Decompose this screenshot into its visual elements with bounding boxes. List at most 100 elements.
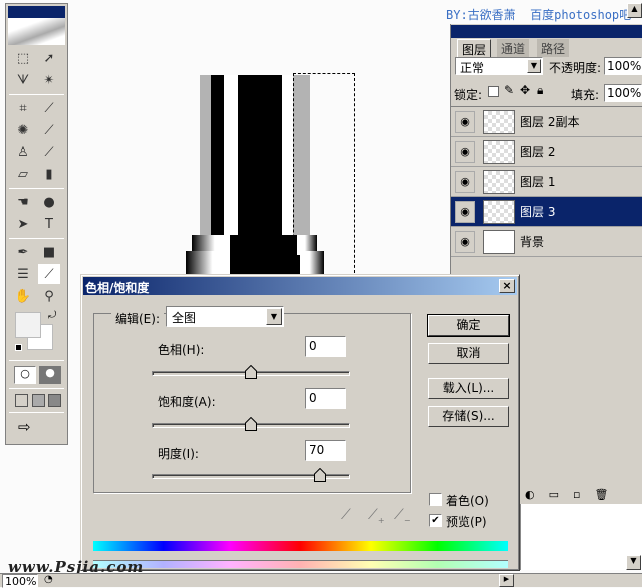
lightness-slider-thumb[interactable] xyxy=(313,468,326,482)
layer-row[interactable]: ◉ 背景 xyxy=(451,227,642,257)
standard-mode-button[interactable]: ○ xyxy=(14,366,36,384)
saturation-input[interactable]: 0 xyxy=(305,388,346,409)
layer-row[interactable]: ◉ 图层 1 xyxy=(451,167,642,197)
path-select-icon[interactable]: ➤ xyxy=(12,214,34,234)
layer-name: 图层 3 xyxy=(520,205,556,219)
opacity-label: 不透明度: xyxy=(549,61,602,75)
layers-panel-footer: ◐ ▭ ▫ 🗑︎ xyxy=(521,488,642,504)
layer-thumbnail xyxy=(483,199,515,224)
ok-button[interactable]: 确定 xyxy=(427,314,510,337)
eyedropper-minus-icon[interactable]: ⟋− xyxy=(394,507,411,525)
lightness-label: 明度(I): xyxy=(158,447,199,461)
hue-slider[interactable] xyxy=(152,365,350,379)
eraser-icon[interactable]: ▱ xyxy=(12,164,34,184)
eyedropper-icon[interactable]: ⟋ xyxy=(38,264,60,284)
delete-layer-icon[interactable]: 🗑︎ xyxy=(594,488,608,504)
chevron-down-icon: ▼ xyxy=(527,59,541,73)
saturation-label: 饱和度(A): xyxy=(158,395,216,409)
screen-mode-full-button[interactable] xyxy=(48,394,61,407)
dialog-title[interactable]: 色相/饱和度 xyxy=(83,277,517,295)
close-icon[interactable]: × xyxy=(499,279,515,293)
toolbox-titlebar[interactable] xyxy=(8,6,65,18)
load-button[interactable]: 载入(L)... xyxy=(428,378,509,399)
layer-row[interactable]: ◉ 图层 3 xyxy=(451,197,642,227)
history-brush-icon[interactable]: ⟋ xyxy=(38,142,60,162)
layer-thumbnail xyxy=(483,139,515,164)
lightness-input[interactable]: 70 xyxy=(305,440,346,461)
lock-image-icon[interactable]: ✎ xyxy=(504,83,514,97)
marquee-icon[interactable]: ⬚ xyxy=(12,48,34,68)
visibility-eye-icon[interactable]: ◉ xyxy=(455,200,475,223)
hand-icon[interactable]: ✋ xyxy=(12,286,34,306)
edit-select[interactable]: 全图 ▼ xyxy=(166,306,284,327)
colorize-checkbox[interactable] xyxy=(429,493,442,506)
blend-mode-select[interactable]: 正常 ▼ xyxy=(455,57,543,75)
jump-to-imageready-icon[interactable]: ⇨ xyxy=(18,418,31,436)
layer-row[interactable]: ◉ 图层 2 xyxy=(451,137,642,167)
clone-stamp-icon[interactable]: ♙ xyxy=(12,142,34,162)
document-window-area xyxy=(520,504,642,570)
new-group-icon[interactable]: ▭ xyxy=(549,488,559,504)
feather-logo xyxy=(8,18,65,45)
notes-icon[interactable]: ☰ xyxy=(12,264,34,284)
edit-select-value: 全图 xyxy=(172,311,197,325)
lock-transparency-icon[interactable] xyxy=(488,86,499,97)
slice-icon[interactable]: ⟋ xyxy=(38,98,60,118)
quickmask-mode-button[interactable]: ● xyxy=(39,366,61,384)
layer-list: ◉ 图层 2副本 ◉ 图层 2 ◉ 图层 1 ◉ 图层 3 ◉ 背景 xyxy=(451,106,642,257)
eyedropper-icon[interactable]: ⟋ xyxy=(341,507,351,523)
layer-thumbnail xyxy=(483,169,515,194)
preview-checkbox[interactable]: ✔ xyxy=(429,514,442,527)
gradient-icon[interactable]: ▮ xyxy=(38,164,60,184)
hue-label: 色相(H): xyxy=(158,343,205,357)
eyedropper-plus-icon[interactable]: ⟋+ xyxy=(368,507,385,525)
layer-row[interactable]: ◉ 图层 2副本 xyxy=(451,107,642,137)
brush-icon[interactable]: ⟋ xyxy=(38,120,60,140)
tab-paths[interactable]: 路径 xyxy=(537,39,570,57)
layer-thumbnail xyxy=(483,109,515,134)
settings-group xyxy=(93,313,411,493)
lock-position-icon[interactable]: ✥ xyxy=(520,83,530,97)
magic-wand-icon[interactable]: ✴ xyxy=(38,70,60,90)
smudge-icon[interactable]: ☚ xyxy=(12,192,34,212)
cancel-button[interactable]: 取消 xyxy=(428,343,509,364)
new-layer-icon[interactable]: ▫ xyxy=(573,488,580,504)
zoom-icon[interactable]: ⚲ xyxy=(38,286,60,306)
zoom-input[interactable]: 100% xyxy=(2,574,38,588)
screen-mode-standard-button[interactable] xyxy=(15,394,28,407)
visibility-eye-icon[interactable]: ◉ xyxy=(455,170,475,193)
foreground-color-swatch[interactable] xyxy=(15,312,41,338)
fill-input[interactable]: 100% xyxy=(604,84,642,102)
visibility-eye-icon[interactable]: ◉ xyxy=(455,230,475,253)
adjustment-layer-icon[interactable]: ◐ xyxy=(525,488,535,504)
screen-mode-full-menu-button[interactable] xyxy=(32,394,45,407)
scroll-right-button[interactable]: ▶ xyxy=(499,574,514,587)
hue-slider-thumb[interactable] xyxy=(245,365,257,379)
save-button[interactable]: 存储(S)... xyxy=(428,406,509,427)
lightness-slider[interactable] xyxy=(152,468,350,482)
default-colors-icon[interactable] xyxy=(15,344,22,351)
lock-all-icon[interactable]: 🔒︎ xyxy=(537,83,543,98)
tab-layers[interactable]: 图层 xyxy=(457,39,492,57)
crop-icon[interactable]: ⌗ xyxy=(12,98,34,118)
opacity-input[interactable]: 100% xyxy=(604,57,642,75)
move-icon[interactable]: ➚ xyxy=(38,48,60,68)
pen-icon[interactable]: ✒ xyxy=(12,242,34,262)
visibility-eye-icon[interactable]: ◉ xyxy=(455,140,475,163)
shape-icon[interactable]: ■ xyxy=(38,242,60,262)
swap-colors-icon[interactable]: ⤾ xyxy=(48,310,56,321)
type-icon[interactable]: T xyxy=(38,214,60,234)
hue-input[interactable]: 0 xyxy=(305,336,346,357)
hue-saturation-dialog: 色相/饱和度 × 编辑(E): 全图 ▼ 色相(H): 0 饱和度(A): 0 … xyxy=(80,274,520,571)
saturation-slider[interactable] xyxy=(152,417,350,431)
tab-channels[interactable]: 通道 xyxy=(497,39,530,57)
scroll-down-button[interactable]: ▼ xyxy=(626,555,641,570)
saturation-slider-thumb[interactable] xyxy=(245,417,257,431)
dodge-icon[interactable]: ● xyxy=(38,192,60,212)
status-info-icon[interactable]: ◔ xyxy=(44,574,53,585)
healing-brush-icon[interactable]: ✺ xyxy=(12,120,34,140)
scroll-up-button[interactable]: ▲ xyxy=(627,3,642,18)
visibility-eye-icon[interactable]: ◉ xyxy=(455,110,475,133)
lasso-icon[interactable]: ᗐ xyxy=(12,70,34,90)
layers-panel-titlebar[interactable] xyxy=(451,25,642,38)
